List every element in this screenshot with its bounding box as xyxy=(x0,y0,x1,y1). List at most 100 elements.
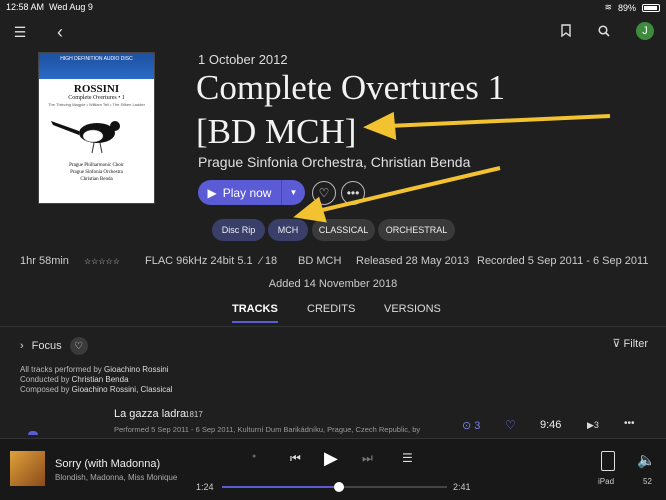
volume-level: 52 xyxy=(643,477,652,486)
more-button[interactable]: ••• xyxy=(341,181,365,205)
track-more-icon[interactable]: ••• xyxy=(624,418,635,429)
elapsed-time: 1:24 xyxy=(196,482,214,492)
progress-handle[interactable] xyxy=(333,482,344,492)
album-title-line-1: Complete Overtures 1 xyxy=(196,68,506,107)
device-label: iPad xyxy=(598,477,615,486)
previous-track-icon[interactable]: ⏮ xyxy=(290,451,301,466)
heart-icon: ♡ xyxy=(318,186,330,200)
score: ⁄ 18 xyxy=(260,255,278,267)
tag-orchestral[interactable]: ORCHESTRAL xyxy=(378,219,455,241)
filter-label: Filter xyxy=(623,338,648,350)
chevron-right-icon: › xyxy=(20,340,24,352)
back-icon[interactable]: ‹ xyxy=(50,22,70,42)
now-playing-artists[interactable]: Blondish, Madonna, Miss Monique xyxy=(55,473,177,482)
cover-composer: ROSSINI xyxy=(73,83,120,95)
tag-classical[interactable]: CLASSICAL xyxy=(312,219,375,241)
credit-composed: Composed by Gioachino Rossini, Classical xyxy=(20,385,173,395)
rating-stars[interactable]: ☆☆☆☆☆ xyxy=(84,257,120,266)
progress-fill xyxy=(222,486,339,488)
tag-disc-rip[interactable]: Disc Rip xyxy=(212,219,265,241)
stop-icon[interactable]: ● xyxy=(252,453,256,460)
divider xyxy=(0,326,666,327)
status-bar: 12:58 AM Wed Aug 9 ≋ 89% xyxy=(0,0,666,14)
credit-conducted-prefix: Conducted by xyxy=(20,375,72,384)
tab-versions[interactable]: VERSIONS xyxy=(384,303,441,315)
audio-format: FLAC 96kHz 24bit 5.1 xyxy=(145,255,253,267)
status-time-date: 12:58 AM Wed Aug 9 xyxy=(6,2,93,12)
favorite-button[interactable]: ♡ xyxy=(312,181,336,205)
wifi-icon: ≋ xyxy=(604,2,612,12)
battery-icon xyxy=(642,3,660,12)
track-plays: ▶3 xyxy=(587,420,599,431)
search-icon[interactable] xyxy=(594,22,614,42)
queue-icon[interactable]: ☰ xyxy=(402,451,413,465)
track-detail: Performed 5 Sep 2011 - 6 Sep 2011, Kultu… xyxy=(114,425,421,434)
credit-performed: All tracks performed by Gioachino Rossin… xyxy=(20,365,173,375)
focus-control[interactable]: › Focus ♡ xyxy=(20,337,88,355)
track-plays-count: 3 xyxy=(593,420,599,430)
avatar[interactable]: J xyxy=(636,22,654,40)
added-date: Added 14 November 2018 xyxy=(268,278,398,290)
credit-conductor[interactable]: Christian Benda xyxy=(72,375,129,384)
album-cover: HIGH DEFINITION AUDIO DISC ROSSINI Compl… xyxy=(38,52,155,204)
album-title: Complete Overtures 1 [BD MCH] xyxy=(196,66,596,154)
track-year: 1817 xyxy=(185,410,203,419)
cover-work: Complete Overtures • 1 xyxy=(68,95,125,101)
release-date: 1 October 2012 xyxy=(198,52,288,67)
credit-performer[interactable]: Gioachino Rossini xyxy=(104,365,168,374)
recorded-date: Recorded 5 Sep 2011 - 6 Sep 2011 xyxy=(477,255,649,267)
progress-track[interactable] xyxy=(222,482,447,492)
more-icon: ••• xyxy=(346,186,360,200)
album-artist[interactable]: Prague Sinfonia Orchestra, Christian Ben… xyxy=(198,154,470,170)
focus-label: Focus xyxy=(31,340,62,352)
play-icon: ▶ xyxy=(207,185,217,200)
filter-button[interactable]: ⊽ Filter xyxy=(612,337,648,350)
track-duration: 9:46 xyxy=(540,419,562,431)
play-now-button[interactable]: ▶ Play now ▼ xyxy=(198,180,305,205)
battery-percent: 89% xyxy=(617,2,636,13)
status-time: 12:58 AM xyxy=(6,2,45,12)
album-title-line-2: [BD MCH] xyxy=(196,112,357,151)
menu-icon[interactable]: ☰ xyxy=(10,22,30,42)
track-heart-icon[interactable]: ♡ xyxy=(505,418,516,432)
tab-credits[interactable]: CREDITS xyxy=(307,303,355,315)
heart-filter-icon[interactable]: ♡ xyxy=(69,337,88,355)
source-label: BD MCH xyxy=(298,255,342,267)
album-duration: 1hr 58min xyxy=(20,255,69,267)
chevron-down-icon: ▼ xyxy=(289,188,298,197)
status-date: Wed Aug 9 xyxy=(49,2,93,12)
now-playing-title[interactable]: Sorry (with Madonna) xyxy=(55,458,160,470)
next-track-icon[interactable]: ⏭ xyxy=(362,451,373,466)
track-versions-count: 3 xyxy=(474,420,481,432)
album-credits: All tracks performed by Gioachino Rossin… xyxy=(20,365,173,395)
credit-composer[interactable]: Gioachino Rossini, Classical xyxy=(72,385,173,394)
track-row[interactable]: La gazza ladra 1817 Performed 5 Sep 2011… xyxy=(0,405,666,435)
play-count-icon: ▶ xyxy=(587,420,594,430)
credit-composed-prefix: Composed by xyxy=(20,385,72,394)
play-now-main[interactable]: ▶ Play now xyxy=(198,180,281,205)
tag-mch[interactable]: MCH xyxy=(268,219,308,241)
play-now-label: Play now xyxy=(222,185,272,200)
credit-conducted: Conducted by Christian Benda xyxy=(20,375,173,385)
tab-tracks[interactable]: TRACKS xyxy=(232,303,278,323)
credit-performed-prefix: All tracks performed by xyxy=(20,365,105,374)
cover-performers: Prague Philharmonic Choir Prague Sinfoni… xyxy=(69,163,124,182)
track-versions[interactable]: ⊙ 3 xyxy=(462,419,480,432)
track-play-indicator xyxy=(28,431,38,435)
cover-band: HIGH DEFINITION AUDIO DISC xyxy=(39,53,154,79)
bookmark-icon[interactable] xyxy=(556,22,576,42)
volume-icon[interactable]: 🔈 xyxy=(637,451,656,469)
magpie-illustration xyxy=(51,121,120,154)
play-options-dropdown[interactable]: ▼ xyxy=(281,180,305,205)
filter-icon: ⊽ xyxy=(612,338,621,350)
now-playing-bar: Sorry (with Madonna) Blondish, Madonna, … xyxy=(0,438,666,500)
total-time: 2:41 xyxy=(453,482,471,492)
status-right: ≋ 89% xyxy=(604,2,660,13)
now-playing-artwork[interactable] xyxy=(10,451,45,486)
top-nav: ☰ ‹ J xyxy=(0,22,666,42)
released-date: Released 28 May 2013 xyxy=(356,255,470,267)
device-icon[interactable] xyxy=(601,451,615,471)
versions-icon: ⊙ xyxy=(462,420,472,432)
track-title: La gazza ladra xyxy=(114,408,187,420)
play-pause-icon[interactable]: ▶ xyxy=(324,448,338,469)
